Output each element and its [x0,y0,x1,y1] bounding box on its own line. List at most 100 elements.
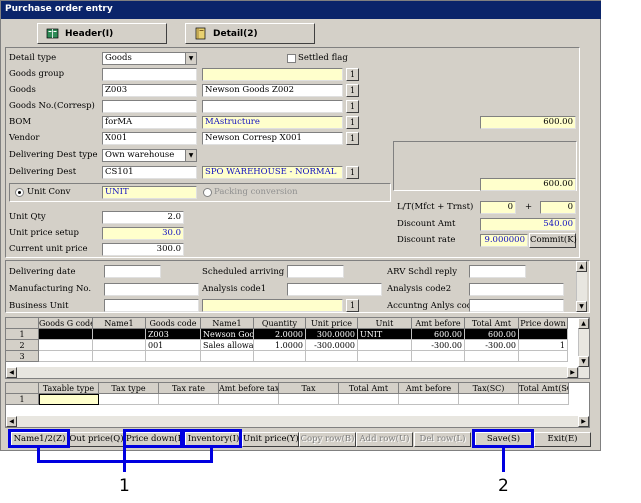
discount-rate-field[interactable]: 9.000000 [480,234,528,247]
table-cell[interactable] [412,351,465,362]
table-cell[interactable] [146,351,201,362]
tab-detail[interactable]: Detail(2) [185,23,315,44]
tab-header[interactable]: Header(I) [37,23,167,44]
settled-flag-checkbox[interactable] [287,54,296,63]
add-row-button[interactable]: Add row(U) [356,432,413,447]
table-cell[interactable] [39,329,93,340]
column-header[interactable]: Quantity [254,318,306,329]
table-cell[interactable] [358,351,412,362]
table-cell[interactable] [465,351,519,362]
table-cell[interactable] [39,340,93,351]
column-header[interactable]: Tax [279,383,339,394]
delivering-dest-code-input[interactable]: CS101 [102,166,197,179]
column-header[interactable]: Goods G code [39,318,93,329]
column-header[interactable]: Tax(SC) [459,383,519,394]
column-header[interactable]: Total Amt [339,383,399,394]
table-cell[interactable] [339,394,399,405]
table-cell[interactable]: -300.00 [412,340,465,351]
unit-price-setup-field[interactable]: 30.0 [102,227,184,240]
tax-hscrollbar[interactable] [6,416,589,427]
table-cell[interactable] [219,394,279,405]
table-cell[interactable] [254,351,306,362]
table-cell[interactable] [93,351,146,362]
row-number[interactable]: 2 [6,340,39,351]
arv-schdl-reply-input[interactable] [469,265,526,278]
table-cell[interactable]: 600.00 [412,329,465,340]
scroll-right-icon[interactable]: ▶ [578,416,589,427]
lines-grid[interactable]: Goods G code Name1 Goods code Name1 Quantity… [5,317,590,379]
table-cell[interactable] [519,394,569,405]
lt-trnst-input[interactable]: 0 [540,201,576,214]
column-header[interactable]: Amt before tax [219,383,279,394]
row-number[interactable]: 1 [6,394,39,405]
commit-button[interactable]: Commit(K) [529,233,577,248]
table-cell[interactable]: 1 [519,340,568,351]
table-cell[interactable]: 001 [146,340,201,351]
delivering-dest-type-select[interactable]: Own warehouse ▼ [102,149,197,162]
bom-lookup-button[interactable]: 1 [346,116,359,129]
table-cell[interactable]: -300.00 [465,340,519,351]
del-row-button[interactable]: Del row(L) [414,432,471,447]
table-cell[interactable] [201,351,254,362]
column-header[interactable]: Unit price [306,318,358,329]
table-cell[interactable] [279,394,339,405]
chevron-down-icon[interactable]: ▼ [185,150,196,161]
goods-no-code-input[interactable] [102,100,197,113]
column-header[interactable]: Goods code [146,318,201,329]
table-cell[interactable] [358,340,412,351]
business-unit-input[interactable] [104,299,199,312]
goods-group-code-input[interactable] [102,68,197,81]
vendor-code-input[interactable]: X001 [102,132,197,145]
table-cell[interactable] [459,394,519,405]
column-header[interactable]: Tax rate [159,383,219,394]
lines-hscrollbar[interactable] [6,367,578,378]
table-cell[interactable] [93,340,146,351]
table-cell[interactable] [159,394,219,405]
business-unit-lookup-button[interactable]: 1 [346,299,359,312]
lt-mfct-input[interactable]: 0 [480,201,516,214]
manufacturing-no-input[interactable] [104,283,199,296]
goods-code-input[interactable]: Z003 [102,84,197,97]
column-header[interactable]: Taxable type [39,383,99,394]
scroll-left-icon[interactable]: ◀ [6,367,17,378]
column-header[interactable]: Tax type [99,383,159,394]
packing-conversion-radio[interactable] [203,188,212,197]
table-cell[interactable] [39,394,99,405]
vendor-lookup-button[interactable]: 1 [346,132,359,145]
exit-button[interactable]: Exit(E) [534,432,591,447]
copy-row-button[interactable]: Copy row(B) [299,432,356,447]
column-header[interactable]: Total Amt(SC) [519,383,569,394]
column-header[interactable]: Amt before [399,383,459,394]
unit-price-button[interactable]: Unit price(Y) [242,432,299,447]
bom-code-input[interactable]: forMA [102,116,197,129]
scheduled-arriving-date-input[interactable] [287,265,344,278]
goods-no-lookup-button[interactable]: 1 [346,100,359,113]
table-cell[interactable]: Z003 [146,329,201,340]
scroll-right-icon[interactable]: ▶ [567,367,578,378]
discount-amt-field[interactable]: 540.00 [480,218,576,231]
column-header[interactable]: Unit [358,318,412,329]
table-cell[interactable] [93,329,146,340]
scroll-down-icon[interactable]: ▼ [576,301,587,312]
column-header[interactable]: Name1 [201,318,254,329]
table-cell[interactable]: Sales allowance [201,340,254,351]
table-cell[interactable]: 2.0000 [254,329,306,340]
detail-type-select[interactable]: Goods ▼ [102,52,197,65]
table-cell[interactable] [99,394,159,405]
goods-lookup-button[interactable]: 1 [346,84,359,97]
table-cell[interactable] [39,351,93,362]
column-header[interactable]: Amt before [412,318,465,329]
scroll-left-icon[interactable]: ◀ [6,416,17,427]
table-cell[interactable] [399,394,459,405]
analysis-code1-input[interactable] [287,283,382,296]
table-cell[interactable] [519,329,568,340]
row-number[interactable]: 3 [6,351,39,362]
accunting-anlys-code1-input[interactable] [469,299,564,312]
table-cell[interactable]: 300.0000 [306,329,358,340]
table-cell[interactable]: -300.0000 [306,340,358,351]
delivering-dest-lookup-button[interactable]: 1 [346,166,359,179]
chevron-down-icon[interactable]: ▼ [185,53,196,64]
goods-group-lookup-button[interactable]: 1 [346,68,359,81]
table-cell[interactable]: 600.00 [465,329,519,340]
row-number[interactable]: 1 [6,329,39,340]
